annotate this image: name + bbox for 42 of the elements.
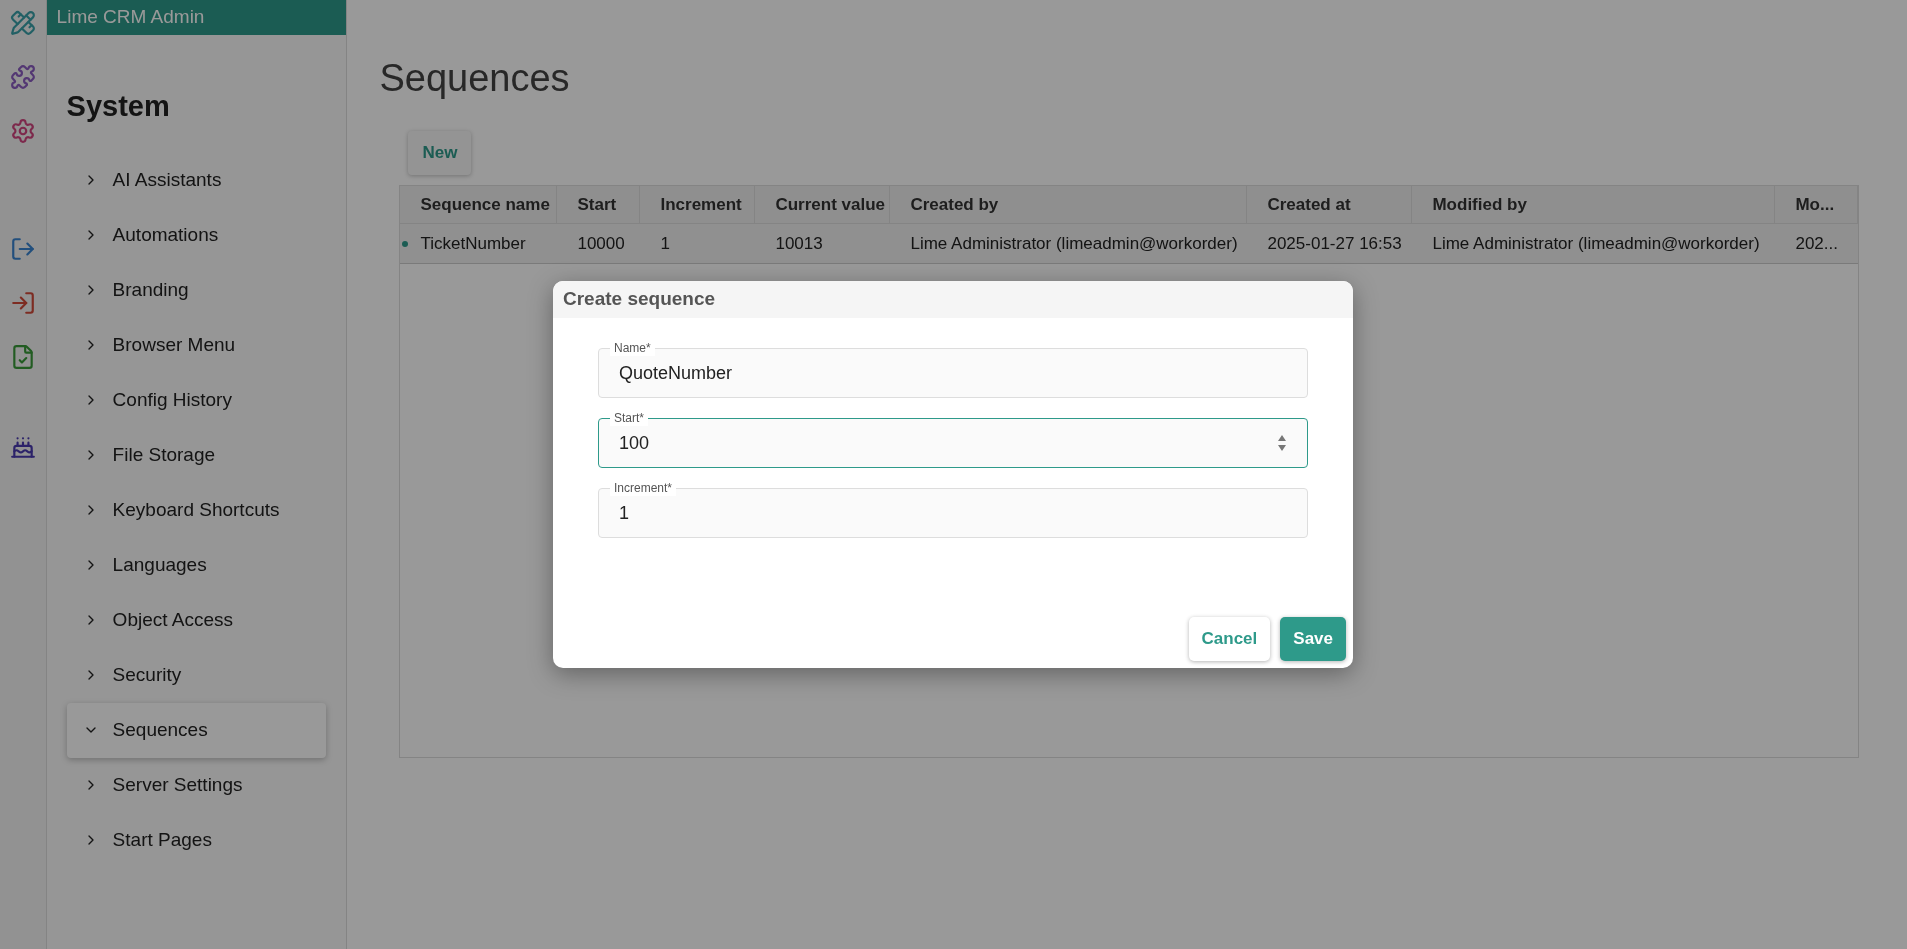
column-header[interactable]: Created by bbox=[890, 186, 1248, 223]
sidebar-item[interactable]: Languages bbox=[66, 537, 327, 593]
sidebar-item[interactable]: Branding bbox=[66, 262, 327, 318]
sidebar-item[interactable]: Sequences bbox=[66, 702, 327, 758]
column-header[interactable]: Sequence name bbox=[400, 186, 558, 223]
column-header[interactable]: Modified by bbox=[1412, 186, 1776, 223]
cancel-button[interactable]: Cancel bbox=[1188, 617, 1271, 661]
sidebar-item[interactable]: Server Settings bbox=[66, 757, 327, 813]
dialog-title: Create sequence bbox=[553, 281, 1353, 318]
field-value: 1 bbox=[619, 501, 630, 525]
table-cell-text: Lime Administrator (limeadmin@workorder) bbox=[909, 232, 1239, 255]
sidebar-item[interactable]: Automations bbox=[66, 207, 327, 263]
column-header[interactable]: Mo... bbox=[1775, 186, 1858, 223]
table-cell-text: Lime Administrator (limeadmin@workorder) bbox=[1431, 232, 1761, 255]
field-label: Start* bbox=[610, 410, 648, 426]
field-label: Increment* bbox=[610, 480, 677, 496]
table-cell-text: 10013 bbox=[774, 232, 824, 255]
sidebar-item[interactable]: Config History bbox=[66, 372, 327, 428]
sidebar-item[interactable]: Object Access bbox=[66, 592, 327, 648]
sidebar-item[interactable]: Browser Menu bbox=[66, 317, 327, 373]
table-row[interactable]: TicketNumber 10000 1 10013 Lime Administrator (limeadmin@workorder) 2025-01-27 16:53 Lime Administrator (limeadmin@workorder) 202... bbox=[400, 224, 1858, 264]
page-title: Sequences bbox=[379, 56, 571, 101]
column-header[interactable]: Increment bbox=[640, 186, 756, 223]
field-value: 100 bbox=[619, 431, 651, 455]
sidebar-item[interactable]: Keyboard Shortcuts bbox=[66, 482, 327, 538]
column-header[interactable]: Created at bbox=[1247, 186, 1413, 223]
table-cell-text: TicketNumber bbox=[419, 232, 527, 255]
field-label: Name* bbox=[610, 340, 655, 356]
table-cell-text: 2025-01-27 16:53 bbox=[1266, 232, 1403, 255]
sidebar-item[interactable]: Security bbox=[66, 647, 327, 703]
sidebar-item[interactable]: File Storage bbox=[66, 427, 327, 483]
sidebar-item[interactable]: AI Assistants bbox=[66, 152, 327, 208]
sidebar-item[interactable]: Start Pages bbox=[66, 812, 327, 868]
table-cell-text: 202... bbox=[1794, 232, 1839, 255]
save-button[interactable]: Save bbox=[1280, 617, 1346, 661]
sidebar-heading: System bbox=[66, 89, 171, 124]
column-header[interactable]: Start bbox=[557, 186, 641, 223]
column-header[interactable]: Current value bbox=[755, 186, 891, 223]
table-cell-text: 1 bbox=[659, 232, 671, 255]
app-header: Lime CRM Admin bbox=[46, 0, 347, 35]
field-value: QuoteNumber bbox=[619, 361, 734, 385]
table-cell-text: 10000 bbox=[576, 232, 626, 255]
